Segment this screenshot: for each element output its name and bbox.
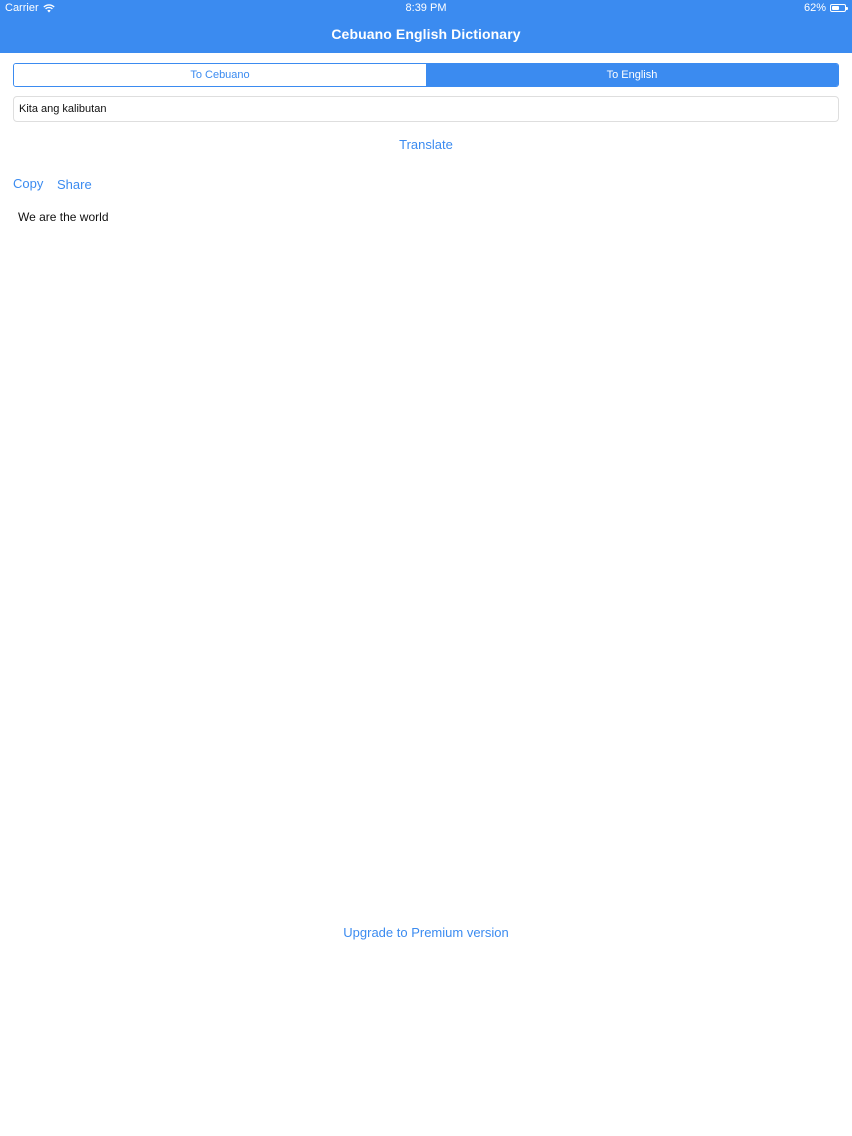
navigation-bar: Carrier 8:39 PM 62% Cebuano English Dict…: [0, 0, 852, 53]
translation-result: We are the world: [18, 210, 109, 224]
battery-level: [832, 6, 840, 10]
segment-to-english[interactable]: To English: [426, 64, 838, 86]
status-time: 8:39 PM: [405, 2, 447, 14]
battery-tip: [846, 7, 848, 10]
share-button[interactable]: Share: [57, 177, 92, 192]
battery-icon: [830, 4, 848, 12]
direction-segmented-control: To Cebuano To English: [13, 63, 839, 87]
source-text-input[interactable]: [13, 96, 839, 122]
translate-button[interactable]: Translate: [0, 137, 852, 152]
status-battery: 62%: [803, 2, 848, 14]
battery-percent: 62%: [803, 2, 826, 14]
page-title: Cebuano English Dictionary: [331, 26, 521, 42]
upgrade-premium-button[interactable]: Upgrade to Premium version: [0, 925, 852, 940]
segment-to-cebuano[interactable]: To Cebuano: [14, 64, 426, 86]
copy-button[interactable]: Copy: [13, 176, 43, 191]
